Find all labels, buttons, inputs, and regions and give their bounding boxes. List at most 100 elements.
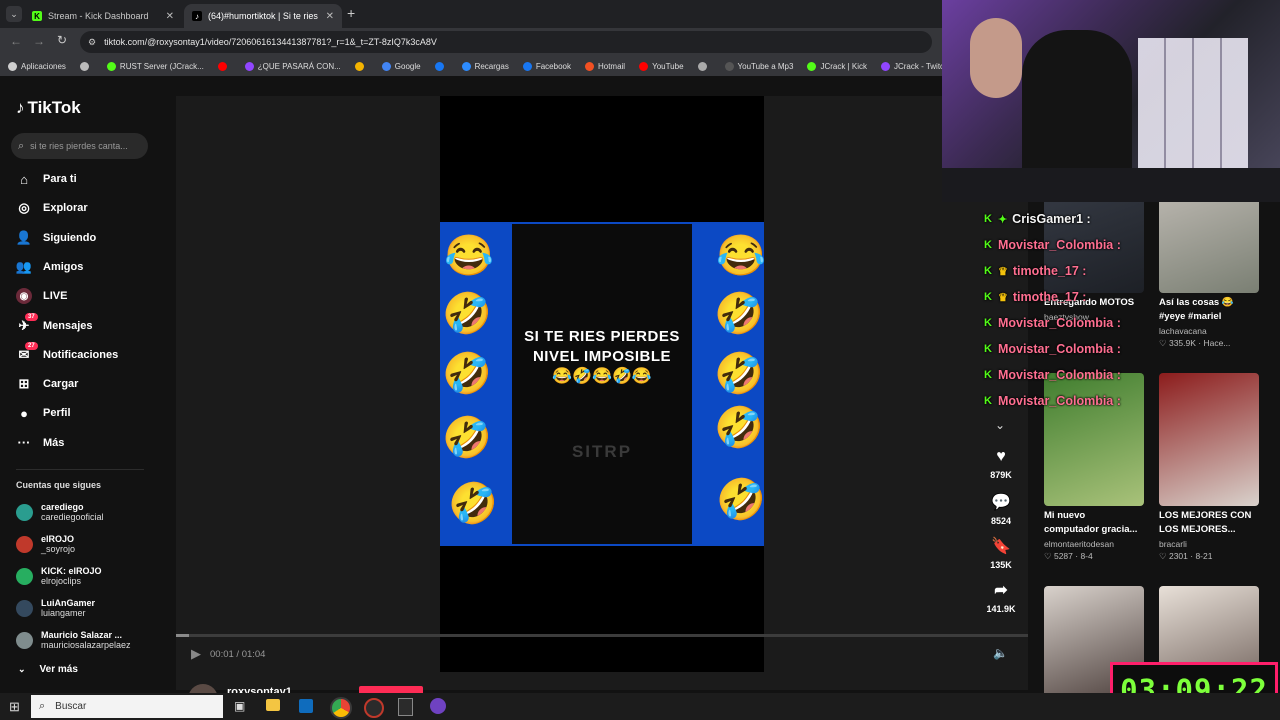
following-item[interactable]: elROJO _soyrojo <box>16 534 75 554</box>
nav-label: Explorar <box>43 202 88 215</box>
bookmark-item[interactable]: Facebook <box>522 61 571 71</box>
bookmark-item[interactable]: YouTube <box>639 61 684 71</box>
avatar <box>16 503 33 521</box>
rofl-emoji-icon: 🤣 <box>442 292 492 336</box>
video-title: Así las cosas 😂 #yeye #mariel <box>1159 296 1259 324</box>
see-more-button[interactable]: ⌄ Ver más <box>18 664 78 675</box>
rofl-emoji-icon: 🤣 <box>716 478 764 522</box>
new-tab-button[interactable]: + <box>347 5 355 21</box>
bookmark-item[interactable] <box>697 61 711 71</box>
following-item[interactable]: carediego carediegooficial <box>16 502 104 522</box>
close-icon[interactable]: ✕ <box>326 11 334 22</box>
chrome-icon[interactable] <box>330 697 352 719</box>
outlook-icon[interactable] <box>299 699 313 713</box>
volume-icon[interactable]: 🔈 <box>993 646 1008 660</box>
share-button[interactable]: ➦ 141.9K <box>986 580 1016 614</box>
bookmark-item[interactable]: JCrack - Twitch <box>880 61 942 71</box>
close-icon[interactable]: ✕ <box>166 11 174 22</box>
nav-item-friends[interactable]: 👥 Amigos <box>16 259 83 275</box>
reload-icon[interactable]: ↻ <box>57 33 67 47</box>
browser-tab-strip: ⌄ K Stream - Kick Dashboard ✕ ♪ (64)#hum… <box>0 0 942 28</box>
bookmark-item[interactable]: JCrack | Kick <box>807 61 867 71</box>
tiktok-logo[interactable]: ♪ TikTok <box>16 98 81 118</box>
nav-item-bell[interactable]: ✉ 27 Notificaciones <box>16 341 118 363</box>
omnibox[interactable]: ⚙ tiktok.com/@roxysontay1/video/72060616… <box>80 31 932 53</box>
video-author: bracarli <box>1159 539 1187 549</box>
address-toolbar: ← → ↻ ⚙ tiktok.com/@roxysontay1/video/72… <box>0 28 942 56</box>
following-handle: elrojoclips <box>41 576 82 586</box>
video-stats: ♡ 335.9K · Hace... <box>1159 338 1231 348</box>
nav-item-profile[interactable]: ● Perfil <box>16 405 70 421</box>
tab-title: Stream - Kick Dashboard <box>48 11 149 21</box>
bookmark-item[interactable]: Hotmail <box>584 61 626 71</box>
bookmark-button[interactable]: 🔖 135K <box>986 536 1016 570</box>
forward-icon[interactable]: → <box>33 34 45 48</box>
browser-tab-kick[interactable]: K Stream - Kick Dashboard ✕ <box>24 4 182 28</box>
epic-games-icon[interactable] <box>398 698 413 716</box>
task-view-icon[interactable]: ▣ <box>234 699 245 713</box>
bookmark-icon: 🔖 <box>991 538 1011 555</box>
following-item[interactable]: Mauricio Salazar ... mauriciosalazarpelae… <box>16 630 131 650</box>
bookmark-item[interactable]: YouTube a Mp3 <box>724 61 793 71</box>
nav-item-upload[interactable]: ⊞ Cargar <box>16 376 79 392</box>
bookmark-item[interactable]: Recargas <box>461 61 509 71</box>
nav-item-home[interactable]: ⌂ Para ti <box>16 171 77 187</box>
following-handle: carediegooficial <box>41 512 104 522</box>
back-icon[interactable]: ← <box>10 34 22 48</box>
following-text: Mauricio Salazar ... mauriciosalazarpelae… <box>41 630 131 650</box>
kick-badge-icon: K <box>984 213 992 225</box>
following-icon: 👤 <box>15 229 33 245</box>
recommended-video[interactable]: LOS MEJORES CON LOS MEJORES... bracarli ♡ 2… <box>1159 373 1259 562</box>
upload-icon: ⊞ <box>18 376 30 392</box>
tab-title: (64)#humortiktok | Si te ries pie <box>208 11 318 21</box>
bookmark-item[interactable] <box>434 61 448 71</box>
windows-start-icon[interactable]: ⊞ <box>9 699 20 715</box>
tiktok-sidebar: ♪ TikTok ⌕ si te ries pierdes canta... ⌂… <box>0 76 176 690</box>
taskbar-search[interactable]: ⌕ Buscar <box>31 695 223 718</box>
avatar <box>16 631 33 649</box>
video-title: Mi nuevo computador gracia... <box>1044 509 1144 537</box>
app-icon[interactable] <box>364 698 384 718</box>
nav-item-more[interactable]: ··· Más <box>16 435 65 451</box>
obs-icon[interactable] <box>430 698 446 714</box>
site-info-icon[interactable]: ⚙ <box>88 37 96 48</box>
search-input[interactable]: ⌕ si te ries pierdes canta... <box>11 133 148 159</box>
video-title-line: Así las cosas 😂 <box>1159 297 1234 308</box>
bookmark-item[interactable]: Aplicaciones <box>8 61 66 71</box>
nav-item-following[interactable]: 👤 Siguiendo <box>16 230 96 246</box>
bookmark-item[interactable] <box>354 61 368 71</box>
browser-tab-tiktok[interactable]: ♪ (64)#humortiktok | Si te ries pie ✕ <box>184 4 342 28</box>
chat-username: CrisGamer1 : <box>1012 212 1091 226</box>
video-title-line: LOS MEJORES CON <box>1159 510 1252 521</box>
profile-icon: ● <box>20 405 28 421</box>
bookmark-item[interactable]: Google <box>381 61 421 71</box>
bookmark-item[interactable] <box>217 61 231 71</box>
bookmark-label: ¿QUE PASARÁ CON... <box>257 61 341 71</box>
chat-scroll-down-icon[interactable]: ⌄ <box>995 418 1005 432</box>
nav-item-live[interactable]: ◉ LIVE <box>16 288 67 305</box>
bookmark-item[interactable]: RUST Server (JCrack... <box>106 61 204 71</box>
kick-badge-icon: K <box>984 265 992 277</box>
tab-search-icon[interactable]: ⌄ <box>6 6 22 22</box>
video-frame[interactable]: 😂 🤣 🤣 🤣 🤣 😂 🤣 🤣 🤣 🤣 SI TE RIES PIERDES N… <box>440 222 764 546</box>
laughing-emoji-icon: 😂 <box>444 234 494 278</box>
bookmark-label: Hotmail <box>597 61 626 71</box>
nav-item-messages[interactable]: ✈ 37 Mensajes <box>16 312 93 334</box>
following-item[interactable]: KICK: elROJO elrojoclips <box>16 566 102 586</box>
following-text: LuiAnGamer luiangamer <box>41 598 95 618</box>
following-handle: _soyrojo <box>41 544 76 554</box>
chat-role-badge-icon: ✦ <box>997 213 1008 226</box>
bookmark-item[interactable] <box>79 61 93 71</box>
following-divider <box>16 469 144 470</box>
video-progress-bar[interactable] <box>176 634 1028 637</box>
heart-button[interactable]: ♥ 879K <box>986 448 1016 480</box>
play-icon[interactable]: ▶ <box>191 646 201 662</box>
tiktok-logo-icon: ♪ <box>16 98 25 117</box>
file-explorer-icon[interactable] <box>266 699 280 711</box>
bookmark-label: Google <box>394 61 421 71</box>
bookmark-item[interactable]: ¿QUE PASARÁ CON... <box>244 61 341 71</box>
following-item[interactable]: LuiAnGamer luiangamer <box>16 598 95 618</box>
comment-button[interactable]: 💬 8524 <box>986 492 1016 526</box>
chat-message: K Movistar_Colombia : <box>984 238 1121 252</box>
nav-item-compass[interactable]: ◎ Explorar <box>16 200 88 216</box>
